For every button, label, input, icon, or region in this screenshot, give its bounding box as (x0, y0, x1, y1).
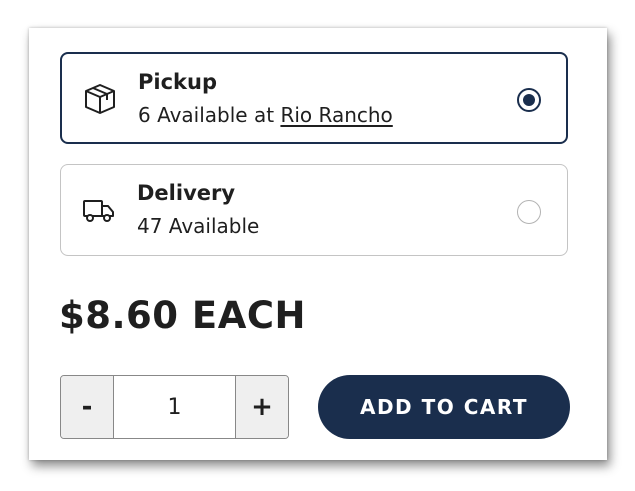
unit-price: $8.60 EACH (59, 294, 306, 337)
box-icon (85, 84, 115, 114)
pickup-availability-text: 6 Available at (138, 103, 275, 127)
increment-button[interactable]: + (235, 376, 288, 438)
delivery-option[interactable]: Delivery 47 Available (60, 164, 568, 256)
quantity-input[interactable] (114, 376, 235, 438)
pickup-radio[interactable] (517, 88, 541, 112)
store-link[interactable]: Rio Rancho (280, 103, 392, 127)
pickup-option[interactable]: Pickup 6 Available at Rio Rancho (60, 52, 568, 144)
decrement-button[interactable]: - (61, 376, 114, 438)
add-to-cart-button[interactable]: ADD TO CART (318, 375, 570, 439)
delivery-availability: 47 Available (137, 214, 260, 238)
delivery-title: Delivery (137, 181, 236, 205)
quantity-stepper: - + (60, 375, 289, 439)
delivery-radio[interactable] (517, 200, 541, 224)
pickup-title: Pickup (138, 70, 217, 94)
pickup-availability: 6 Available at Rio Rancho (138, 103, 393, 127)
product-purchase-card: Pickup 6 Available at Rio Rancho Deliver… (29, 28, 607, 460)
truck-icon (83, 200, 114, 222)
